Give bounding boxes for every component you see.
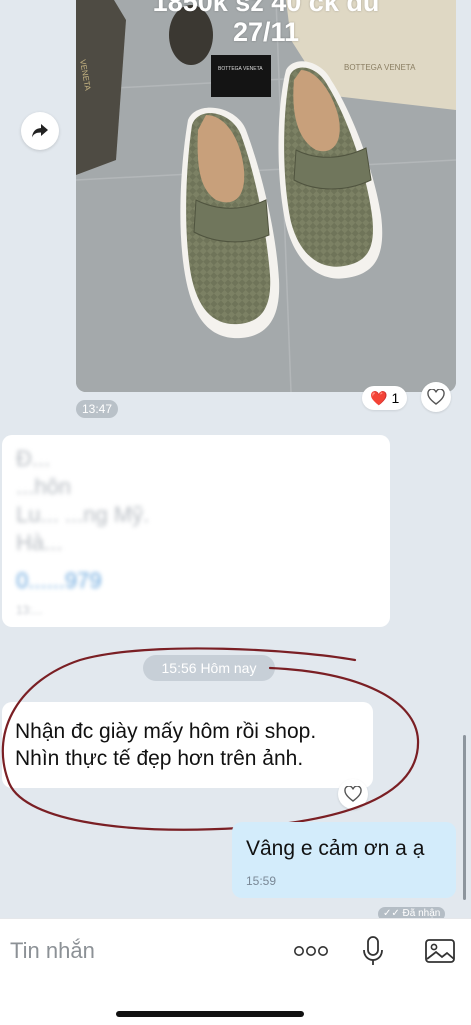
reaction-badge[interactable]: ❤️ 1	[362, 386, 408, 410]
home-indicator	[116, 1011, 304, 1017]
more-dots-icon	[294, 946, 328, 956]
more-options-button[interactable]	[293, 933, 329, 969]
blurred-message-time: 13:...	[16, 603, 43, 617]
like-button-photo[interactable]	[421, 382, 451, 412]
scrollbar[interactable]	[463, 735, 466, 900]
heart-outline-icon	[344, 786, 362, 802]
blurred-message-bubble[interactable]: Đ... ...hôn Lu... ...ng Mỹ. Hà... 0.....…	[2, 435, 390, 627]
message-input[interactable]	[8, 933, 272, 969]
outgoing-message-text: Vâng e cảm ơn a ạ	[246, 837, 425, 860]
heart-reaction-icon: ❤️	[370, 390, 388, 406]
svg-text:BOTTEGA VENETA: BOTTEGA VENETA	[344, 63, 416, 72]
shoe-photo: VENETA BOTTEGA VENETA BOTTEGA VENETA	[76, 0, 456, 392]
reaction-count: 1	[391, 390, 400, 406]
svg-text:BOTTEGA VENETA: BOTTEGA VENETA	[218, 66, 263, 72]
photo-timestamp: 13:47	[76, 400, 119, 418]
voice-message-button[interactable]	[355, 933, 391, 969]
product-image[interactable]: VENETA BOTTEGA VENETA BOTTEGA VENETA 185…	[76, 0, 456, 392]
date-separator: 15:56 Hôm nay	[143, 655, 275, 681]
outgoing-message-time: 15:59	[246, 874, 277, 888]
heart-outline-icon	[427, 389, 445, 405]
microphone-icon	[363, 936, 383, 965]
incoming-message-text: Nhận đc giày mấy hôm rồi shop. Nhìn thực…	[15, 720, 317, 770]
image-gallery-icon	[425, 939, 455, 963]
send-image-button[interactable]	[422, 933, 458, 969]
outgoing-message-bubble[interactable]: Vâng e cảm ơn a ạ 15:59	[232, 822, 456, 898]
chat-area: VENETA BOTTEGA VENETA BOTTEGA VENETA 185…	[0, 0, 471, 921]
forward-button[interactable]	[21, 112, 59, 150]
like-button-message[interactable]	[338, 779, 368, 809]
overlay-line-2: 27/11	[232, 17, 300, 47]
blurred-message-text: Đ... ...hôn Lu... ...ng Mỹ. Hà...	[16, 446, 150, 555]
blurred-phone-link[interactable]: 0......979	[16, 567, 376, 595]
message-input-bar	[0, 918, 471, 1025]
incoming-message-bubble[interactable]: Nhận đc giày mấy hôm rồi shop. Nhìn thực…	[2, 702, 373, 788]
forward-icon	[32, 124, 48, 138]
